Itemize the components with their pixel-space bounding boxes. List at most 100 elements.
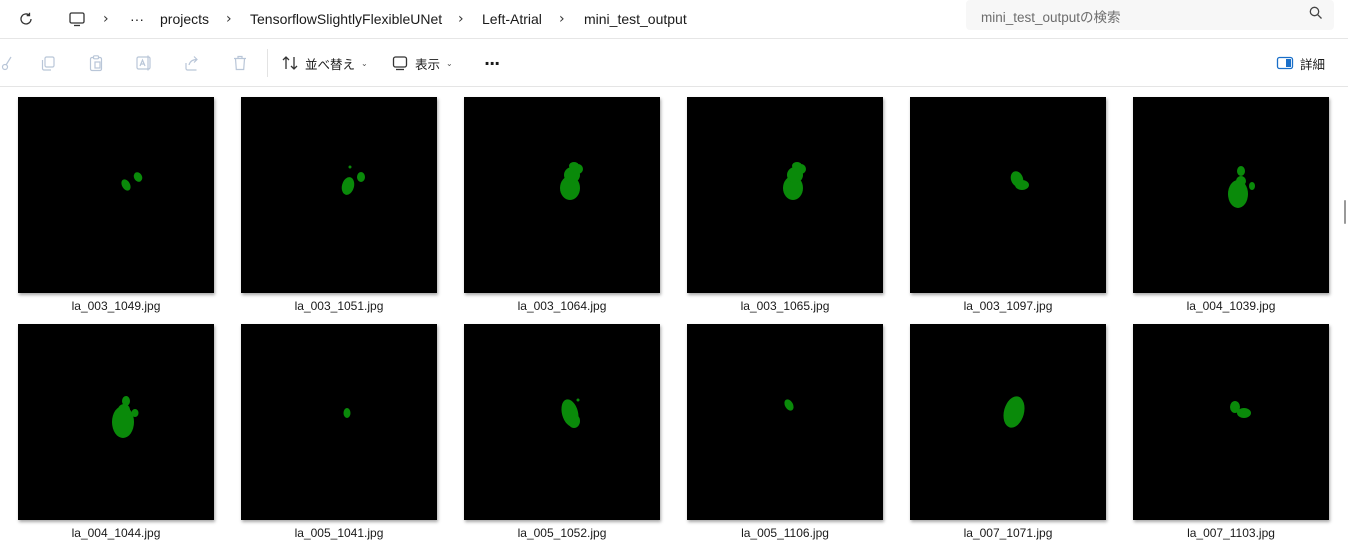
search-placeholder: mini_test_outputの検索 <box>981 10 1121 25</box>
file-name[interactable]: la_003_1065.jpg <box>687 299 883 313</box>
more-icon: ··· <box>484 53 500 73</box>
segmentation-mask-region <box>122 396 130 406</box>
file-thumbnail[interactable] <box>464 324 660 520</box>
segmentation-mask-image <box>343 408 351 418</box>
copy-button[interactable] <box>37 52 59 74</box>
search-icon[interactable] <box>1308 5 1324 21</box>
segmentation-mask-region <box>357 172 365 182</box>
view-icon <box>392 56 408 71</box>
trash-icon <box>234 55 246 71</box>
rename-button[interactable] <box>133 52 155 74</box>
file-thumbnail[interactable] <box>1133 324 1329 520</box>
scissors-icon <box>1 56 12 71</box>
file-name[interactable]: la_007_1103.jpg <box>1133 526 1329 540</box>
file-name[interactable]: la_005_1052.jpg <box>464 526 660 540</box>
segmentation-mask-image <box>783 162 806 200</box>
delete-button[interactable] <box>229 52 251 74</box>
segmentation-mask-region <box>118 404 130 416</box>
file-thumbnail[interactable] <box>18 324 214 520</box>
segmentation-mask-region <box>121 179 131 191</box>
command-bar: 並べ替え ⌄ 表示 ⌄ ··· 詳細 <box>0 38 1348 87</box>
segmentation-mask-region <box>348 165 352 169</box>
file-thumbnail[interactable] <box>464 97 660 293</box>
breadcrumb-current-folder[interactable]: mini_test_output <box>584 5 687 33</box>
breadcrumb-projects[interactable]: projects <box>160 5 209 33</box>
file-thumbnail[interactable] <box>687 324 883 520</box>
details-label: 詳細 <box>1300 56 1326 72</box>
clipboard-icon <box>89 55 103 72</box>
details-button[interactable]: 詳細 <box>1276 48 1325 78</box>
address-bar: › ··· projects › TensorflowSlightlyFlexi… <box>0 0 1348 38</box>
segmentation-mask-region <box>1237 408 1251 418</box>
file-name[interactable]: la_005_1041.jpg <box>241 526 437 540</box>
segmentation-mask-image <box>1003 396 1025 428</box>
segmentation-mask-region <box>131 409 139 417</box>
file-thumbnail[interactable] <box>910 97 1106 293</box>
segmentation-mask-region <box>133 172 143 182</box>
breadcrumb-chevron[interactable]: › <box>103 5 109 33</box>
cut-button[interactable] <box>0 52 16 74</box>
file-name[interactable]: la_003_1064.jpg <box>464 299 660 313</box>
file-thumbnail[interactable] <box>1133 97 1329 293</box>
share-button[interactable] <box>181 52 203 74</box>
segmentation-mask-region <box>1249 182 1255 190</box>
sort-label: 並べ替え <box>305 56 356 72</box>
breadcrumb-chevron[interactable]: › <box>458 5 464 33</box>
file-thumbnail[interactable] <box>910 324 1106 520</box>
file-thumbnail[interactable] <box>687 97 883 293</box>
chevron-down-icon: ⌄ <box>446 58 453 68</box>
view-button[interactable]: 表示 ⌄ <box>391 48 453 78</box>
monitor-icon <box>69 12 85 27</box>
breadcrumb-chevron[interactable]: › <box>559 5 565 33</box>
more-options-button[interactable]: ··· <box>484 48 500 78</box>
sort-button[interactable]: 並べ替え ⌄ <box>281 48 368 78</box>
segmentation-mask-image <box>1228 166 1255 208</box>
refresh-button[interactable] <box>12 5 40 33</box>
segmentation-mask-region <box>1003 396 1025 428</box>
segmentation-mask-image <box>1010 171 1029 190</box>
file-thumbnail[interactable] <box>18 97 214 293</box>
share-icon <box>185 56 198 71</box>
file-name[interactable]: la_003_1051.jpg <box>241 299 437 313</box>
chevron-down-icon: ⌄ <box>361 58 368 68</box>
breadcrumb-unet[interactable]: TensorflowSlightlyFlexibleUNet <box>250 5 442 33</box>
file-name[interactable]: la_004_1044.jpg <box>18 526 214 540</box>
segmentation-mask-region <box>792 162 802 170</box>
segmentation-mask-region <box>341 177 355 195</box>
file-name[interactable]: la_007_1071.jpg <box>910 526 1106 540</box>
segmentation-mask-region <box>343 408 351 418</box>
file-name[interactable]: la_003_1097.jpg <box>910 299 1106 313</box>
segmentation-mask-image <box>341 165 365 195</box>
segmentation-mask-image <box>121 172 143 191</box>
sort-icon <box>282 56 298 70</box>
this-pc-button[interactable] <box>63 5 91 33</box>
vertical-scrollbar[interactable] <box>1344 200 1346 224</box>
file-name[interactable]: la_003_1049.jpg <box>18 299 214 313</box>
search-input[interactable]: mini_test_outputの検索 <box>966 0 1334 30</box>
segmentation-mask-region <box>784 399 794 411</box>
file-thumbnail[interactable] <box>241 97 437 293</box>
refresh-icon <box>20 12 32 25</box>
segmentation-mask-region <box>1015 180 1029 190</box>
segmentation-mask-image <box>784 399 794 411</box>
breadcrumb-chevron[interactable]: › <box>226 5 232 33</box>
segmentation-mask-region <box>1236 176 1246 186</box>
toolbar-divider <box>267 49 268 77</box>
segmentation-mask-image <box>561 398 580 428</box>
file-thumbnail[interactable] <box>241 324 437 520</box>
view-label: 表示 <box>415 56 441 72</box>
breadcrumb-left-atrial[interactable]: Left-Atrial <box>482 5 542 33</box>
file-name[interactable]: la_004_1039.jpg <box>1133 299 1329 313</box>
copy-icon <box>41 56 55 71</box>
segmentation-mask-region <box>1237 166 1245 176</box>
file-name[interactable]: la_005_1106.jpg <box>687 526 883 540</box>
segmentation-mask-region <box>576 398 580 402</box>
rename-icon <box>136 55 151 71</box>
segmentation-mask-image <box>112 396 139 438</box>
segmentation-mask-region <box>569 162 579 170</box>
breadcrumb-overflow[interactable]: ··· <box>130 5 144 33</box>
segmentation-mask-image <box>1230 401 1251 418</box>
segmentation-mask-image <box>560 162 583 200</box>
paste-button[interactable] <box>85 52 107 74</box>
segmentation-mask-region <box>568 414 580 428</box>
